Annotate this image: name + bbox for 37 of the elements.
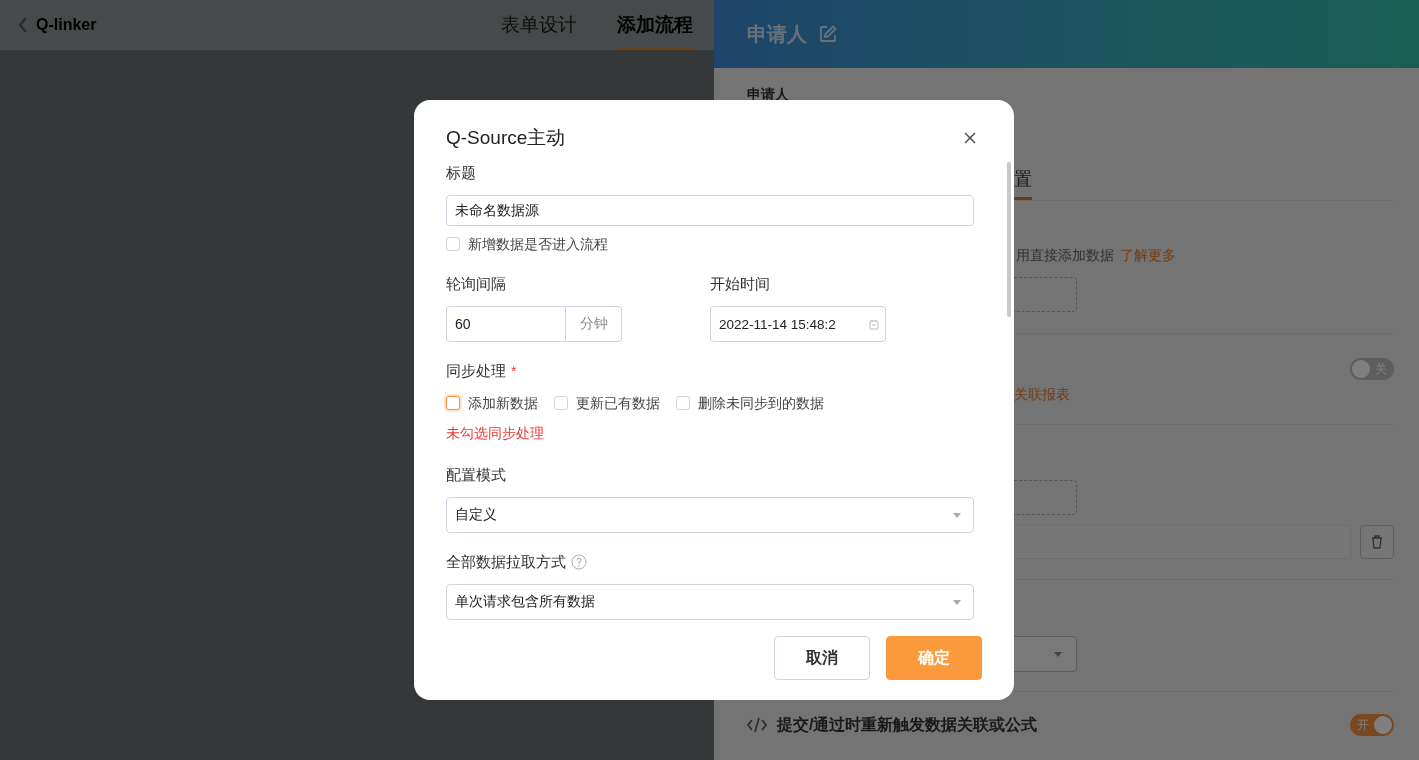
checkbox[interactable]: 删除未同步到的数据 xyxy=(676,395,824,411)
date-time-input[interactable]: 2022-11-14 15:48:2 xyxy=(710,306,886,342)
cancel-button[interactable]: 取消 xyxy=(774,636,870,680)
delete-button[interactable] xyxy=(1360,525,1394,559)
title-input[interactable]: 未命名数据源 xyxy=(446,195,974,226)
field-label: 标题 xyxy=(446,163,477,183)
back-chevron-icon xyxy=(18,17,28,33)
edit-icon[interactable] xyxy=(819,25,837,43)
field-label: 同步处理 * xyxy=(446,361,518,381)
interval-input[interactable]: 60 分钟 xyxy=(446,306,622,342)
caret-down-icon xyxy=(953,599,961,605)
field-label: 全部数据拉取方式 xyxy=(446,552,974,572)
field-label: 配置模式 xyxy=(446,465,507,485)
dropdown-select[interactable]: 单次请求包含所有数据 xyxy=(446,584,974,620)
close-button[interactable] xyxy=(964,132,976,144)
dropdown-select[interactable]: 自定义 xyxy=(446,497,974,533)
scrollbar-thumb[interactable] xyxy=(1007,162,1011,317)
code-icon xyxy=(747,717,767,733)
trash-icon xyxy=(1371,535,1383,549)
caret-down-icon xyxy=(1054,651,1062,657)
field-label: 轮询间隔 xyxy=(446,274,507,294)
text-input[interactable] xyxy=(1014,525,1351,559)
panel-title: 申请人 xyxy=(747,21,807,47)
field-label: 开始时间 xyxy=(710,274,771,294)
section-title: 提交/通过时重新触发数据关联或公式 xyxy=(777,714,1038,735)
dialog-title: Q-Source主动 xyxy=(446,126,567,150)
caret-down-icon xyxy=(953,512,961,518)
required-mark: * xyxy=(511,362,517,381)
checkbox[interactable]: 添加新数据 xyxy=(446,395,538,411)
checkbox[interactable]: 新增数据是否进入流程 xyxy=(446,236,608,252)
error-message: 未勾选同步处理 xyxy=(446,425,545,441)
dropdown-select[interactable] xyxy=(1014,636,1077,672)
close-icon xyxy=(964,132,976,144)
calendar-icon xyxy=(869,318,879,330)
checkbox[interactable]: 更新已有数据 xyxy=(554,395,660,411)
help-icon[interactable] xyxy=(571,554,587,570)
hint-text: 用直接添加数据 xyxy=(1016,247,1114,265)
